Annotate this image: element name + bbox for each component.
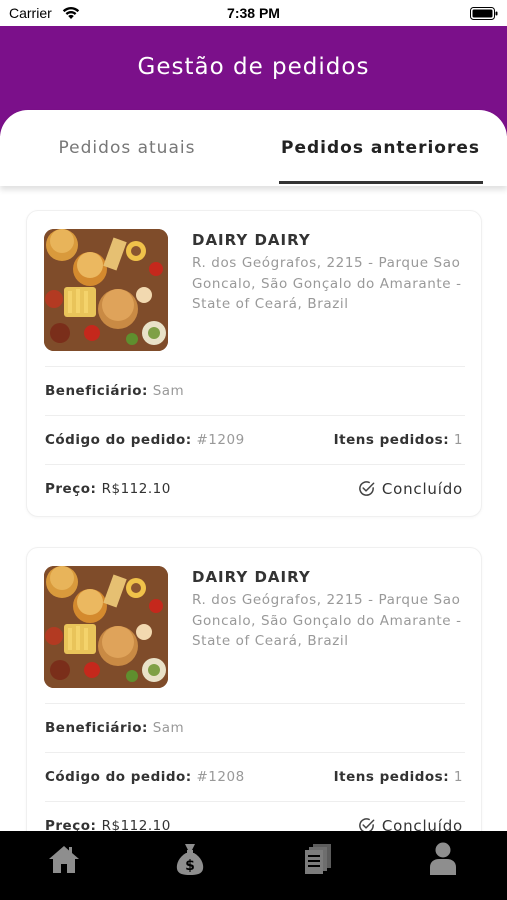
check-circle-icon — [358, 481, 375, 496]
tab-bar: Pedidos atuais Pedidos anteriores — [0, 110, 507, 186]
beneficiary-value: Sam — [152, 720, 185, 736]
nav-payments[interactable]: $ — [168, 839, 212, 879]
store-name: DAIRY DAIRY — [192, 231, 311, 249]
divider — [45, 366, 465, 367]
receipts-icon — [305, 844, 331, 874]
order-code-value: #1208 — [196, 769, 245, 785]
order-code-value: #1209 — [196, 432, 245, 448]
items-row: Itens pedidos: 1 — [334, 769, 463, 785]
food-image — [44, 566, 168, 688]
money-bag-icon: $ — [176, 844, 204, 875]
active-tab-indicator — [279, 181, 483, 184]
order-code-row: Código do pedido: #1209 — [45, 432, 245, 448]
food-image — [44, 229, 168, 351]
beneficiary-value: Sam — [152, 383, 185, 399]
status-badge: Concluído — [357, 479, 463, 498]
store-address: R. dos Geógrafos, 2215 - Parque Sao Gonc… — [192, 592, 462, 649]
order-card[interactable]: DAIRY DAIRY R. dos Geógrafos, 2215 - Par… — [26, 547, 482, 854]
store-name: DAIRY DAIRY — [192, 568, 311, 586]
items-row: Itens pedidos: 1 — [334, 432, 463, 448]
beneficiary-label: Beneficiário: — [45, 383, 148, 399]
price-value: R$112.10 — [101, 481, 171, 497]
clock: 7:38 PM — [227, 5, 280, 21]
nav-profile[interactable] — [421, 839, 465, 879]
bottom-nav: $ — [0, 831, 507, 900]
battery-icon — [470, 7, 498, 20]
divider — [45, 703, 465, 704]
status-bar: Carrier 7:38 PM — [0, 0, 507, 26]
items-count: 1 — [453, 432, 463, 448]
status-text: Concluído — [381, 479, 463, 498]
home-icon — [49, 846, 79, 873]
svg-text:$: $ — [185, 858, 195, 874]
beneficiary-label: Beneficiário: — [45, 720, 148, 736]
order-code-row: Código do pedido: #1208 — [45, 769, 245, 785]
order-code-label: Código do pedido: — [45, 769, 192, 785]
nav-orders[interactable] — [296, 839, 340, 879]
store-address: R. dos Geógrafos, 2215 - Parque Sao Gonc… — [192, 255, 462, 312]
tab-current-orders[interactable]: Pedidos atuais — [0, 110, 254, 186]
price-row: Preço: R$112.10 — [45, 481, 171, 497]
beneficiary-row: Beneficiário: Sam — [45, 383, 184, 399]
divider — [45, 415, 465, 416]
order-code-label: Código do pedido: — [45, 432, 192, 448]
items-label: Itens pedidos: — [333, 769, 450, 785]
order-card[interactable]: DAIRY DAIRY R. dos Geógrafos, 2215 - Par… — [26, 210, 482, 517]
beneficiary-row: Beneficiário: Sam — [45, 720, 184, 736]
page-title: Gestão de pedidos — [137, 54, 370, 80]
divider — [45, 801, 465, 802]
items-label: Itens pedidos: — [333, 432, 450, 448]
tab-previous-orders[interactable]: Pedidos anteriores — [254, 110, 507, 186]
user-icon — [430, 842, 456, 875]
divider — [45, 752, 465, 753]
items-count: 1 — [453, 769, 463, 785]
price-label: Preço: — [45, 481, 97, 497]
nav-home[interactable] — [42, 839, 86, 879]
divider — [45, 464, 465, 465]
